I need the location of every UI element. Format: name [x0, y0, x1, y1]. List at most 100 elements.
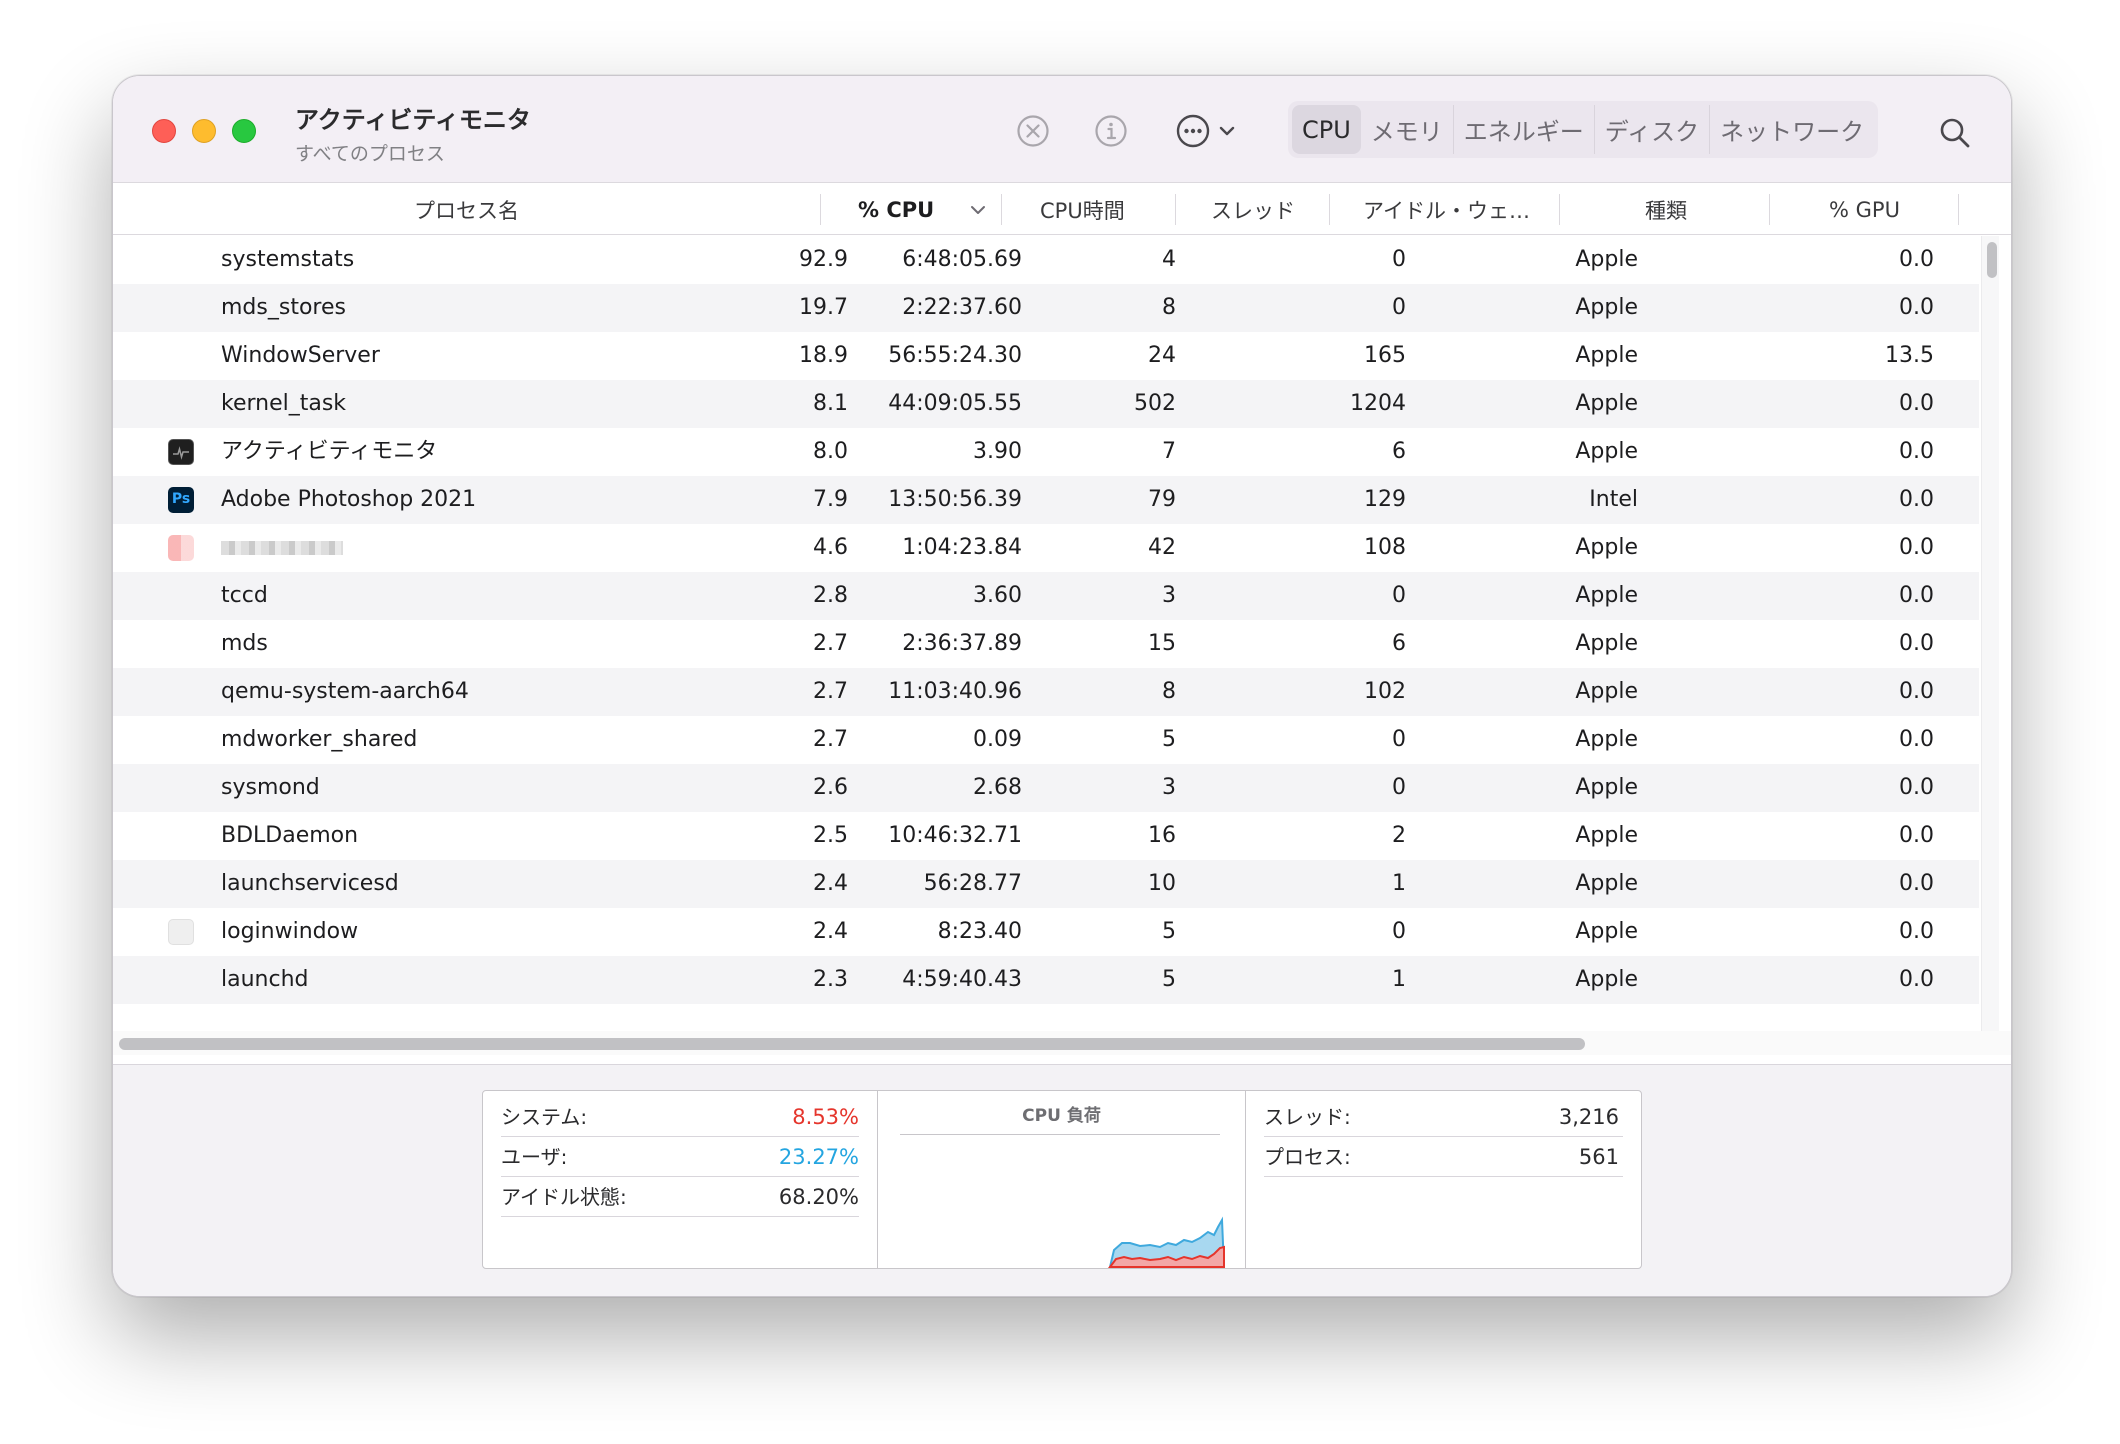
cpu-time-value: 1:04:23.84 — [902, 535, 1022, 560]
threads-value: 8 — [1162, 295, 1176, 320]
kind-value: Apple — [1575, 295, 1638, 320]
gpu-value: 0.0 — [1899, 439, 1934, 464]
tab-memory[interactable]: メモリ — [1361, 105, 1454, 154]
column-gpu[interactable]: % GPU — [1829, 183, 1900, 236]
gpu-value: 0.0 — [1899, 295, 1934, 320]
threads-value: 502 — [1134, 391, 1176, 416]
gpu-value: 0.0 — [1899, 823, 1934, 848]
column-idle-wake-ups[interactable]: アイドル・ウェ… — [1363, 183, 1530, 236]
zoom-button[interactable] — [232, 119, 256, 143]
table-row[interactable]: アクティビティモニタ 8.0 3.90 7 6 Apple 0.0 — [113, 428, 1979, 476]
process-name: mds — [221, 631, 268, 656]
table-row[interactable]: mdworker_shared 2.7 0.09 5 0 Apple 0.0 — [113, 716, 1979, 764]
process-table: systemstats 92.9 6:48:05.69 4 0 Apple 0.… — [113, 236, 1979, 1031]
column-kind[interactable]: 種類 — [1645, 183, 1687, 236]
process-name: launchd — [221, 967, 309, 992]
kind-value: Apple — [1575, 391, 1638, 416]
cpu-value: 2.8 — [813, 583, 848, 608]
minimize-button[interactable] — [192, 119, 216, 143]
horizontal-scroll-thumb[interactable] — [119, 1038, 1585, 1050]
cpu-time-value: 13:50:56.39 — [888, 487, 1022, 512]
table-row[interactable]: mds 2.7 2:36:37.89 15 6 Apple 0.0 — [113, 620, 1979, 668]
view-tabs: CPU メモリ エネルギー ディスク ネットワーク — [1288, 101, 1879, 158]
process-name: qemu-system-aarch64 — [221, 679, 469, 704]
table-row[interactable]: loginwindow 2.4 8:23.40 5 0 Apple 0.0 — [113, 908, 1979, 956]
user-label: ユーザ: — [501, 1145, 568, 1169]
column-threads[interactable]: スレッド — [1211, 183, 1295, 236]
table-row-partial[interactable] — [113, 1004, 1979, 1031]
table-row[interactable]: Ps Adobe Photoshop 2021 7.9 13:50:56.39 … — [113, 476, 1979, 524]
more-actions-button[interactable] — [1170, 109, 1240, 153]
table-row[interactable]: BDLDaemon 2.5 10:46:32.71 16 2 Apple 0.0 — [113, 812, 1979, 860]
table-row[interactable]: sysmond 2.6 2.68 3 0 Apple 0.0 — [113, 764, 1979, 812]
gpu-value: 0.0 — [1899, 535, 1934, 560]
column-cpu-time[interactable]: CPU時間 — [1040, 183, 1125, 236]
stat-row-processes: プロセス: 561 — [1264, 1137, 1623, 1177]
threads-value: 15 — [1148, 631, 1176, 656]
threads-value: 3 — [1162, 775, 1176, 800]
threads-value: 16 — [1148, 823, 1176, 848]
table-row[interactable]: systemstats 92.9 6:48:05.69 4 0 Apple 0.… — [113, 236, 1979, 284]
tab-energy[interactable]: エネルギー — [1454, 105, 1595, 154]
threads-value: 7 — [1162, 439, 1176, 464]
table-row[interactable]: mds_stores 19.7 2:22:37.60 8 0 Apple 0.0 — [113, 284, 1979, 332]
idle-wake-value: 0 — [1392, 247, 1406, 272]
toolbar: アクティビティモニタ すべてのプロセス CPU メモリ エネルギー ディスク ネ… — [113, 76, 2011, 182]
cpu-value: 2.7 — [813, 631, 848, 656]
column-cpu[interactable]: % CPU — [858, 183, 934, 236]
idle-label: アイドル状態: — [501, 1185, 627, 1209]
process-name: loginwindow — [221, 919, 359, 944]
table-row[interactable]: launchd 2.3 4:59:40.43 5 1 Apple 0.0 — [113, 956, 1979, 1004]
table-header: プロセス名 % CPU CPU時間 スレッド アイドル・ウェ… 種類 % GPU — [113, 182, 2011, 235]
table-row[interactable]: kernel_task 8.1 44:09:05.55 502 1204 App… — [113, 380, 1979, 428]
vertical-scroll-thumb[interactable] — [1987, 242, 1997, 278]
idle-wake-value: 6 — [1392, 631, 1406, 656]
idle-value: 68.20% — [778, 1185, 859, 1209]
window-subtitle[interactable]: すべてのプロセス — [295, 139, 531, 166]
table-row[interactable]: launchservicesd 2.4 56:28.77 10 1 Apple … — [113, 860, 1979, 908]
system-value: 8.53% — [792, 1105, 859, 1129]
idle-wake-value: 102 — [1364, 679, 1406, 704]
tab-disk[interactable]: ディスク — [1595, 105, 1711, 154]
gpu-value: 13.5 — [1885, 343, 1934, 368]
column-divider — [1769, 194, 1770, 225]
idle-wake-value: 1204 — [1350, 391, 1406, 416]
cpu-value: 19.7 — [799, 295, 848, 320]
gpu-value: 0.0 — [1899, 967, 1934, 992]
idle-wake-value: 1 — [1392, 967, 1406, 992]
info-icon — [1094, 114, 1128, 148]
horizontal-scrollbar[interactable] — [113, 1031, 2011, 1055]
gpu-value: 0.0 — [1899, 871, 1934, 896]
search-button[interactable] — [1938, 111, 1972, 155]
idle-wake-value: 0 — [1392, 919, 1406, 944]
cpu-time-value: 6:48:05.69 — [902, 247, 1022, 272]
close-button[interactable] — [152, 119, 176, 143]
tab-cpu[interactable]: CPU — [1292, 105, 1361, 154]
kind-value: Apple — [1575, 343, 1638, 368]
cpu-time-value: 8:23.40 — [937, 919, 1022, 944]
idle-wake-value: 6 — [1392, 439, 1406, 464]
process-name: BDLDaemon — [221, 823, 359, 848]
cpu-usage-breakdown: システム: 8.53% ユーザ: 23.27% アイドル状態: 68.20% — [483, 1091, 878, 1268]
stop-process-button[interactable] — [1011, 109, 1055, 153]
stat-row-threads: スレッド: 3,216 — [1264, 1097, 1623, 1137]
table-row[interactable]: WindowServer 18.9 56:55:24.30 24 165 App… — [113, 332, 1979, 380]
kind-value: Apple — [1575, 439, 1638, 464]
stat-row-user: ユーザ: 23.27% — [501, 1137, 859, 1177]
table-row[interactable]: 4.6 1:04:23.84 42 108 Apple 0.0 — [113, 524, 1979, 572]
threads-value: 10 — [1148, 871, 1176, 896]
title-block: アクティビティモニタ すべてのプロセス — [295, 100, 531, 166]
vertical-scrollbar[interactable] — [1981, 236, 1999, 1031]
gpu-value: 0.0 — [1899, 391, 1934, 416]
stat-row-idle: アイドル状態: 68.20% — [501, 1177, 859, 1217]
inspect-process-button[interactable] — [1089, 109, 1133, 153]
table-row[interactable]: tccd 2.8 3.60 3 0 Apple 0.0 — [113, 572, 1979, 620]
gpu-value: 0.0 — [1899, 727, 1934, 752]
ellipsis-circle-icon — [1175, 113, 1211, 149]
tab-network[interactable]: ネットワーク — [1710, 105, 1874, 154]
idle-wake-value: 165 — [1364, 343, 1406, 368]
table-row[interactable]: qemu-system-aarch64 2.7 11:03:40.96 8 10… — [113, 668, 1979, 716]
column-process-name[interactable]: プロセス名 — [113, 183, 820, 236]
cpu-value: 92.9 — [799, 247, 848, 272]
cpu-time-value: 56:55:24.30 — [888, 343, 1022, 368]
